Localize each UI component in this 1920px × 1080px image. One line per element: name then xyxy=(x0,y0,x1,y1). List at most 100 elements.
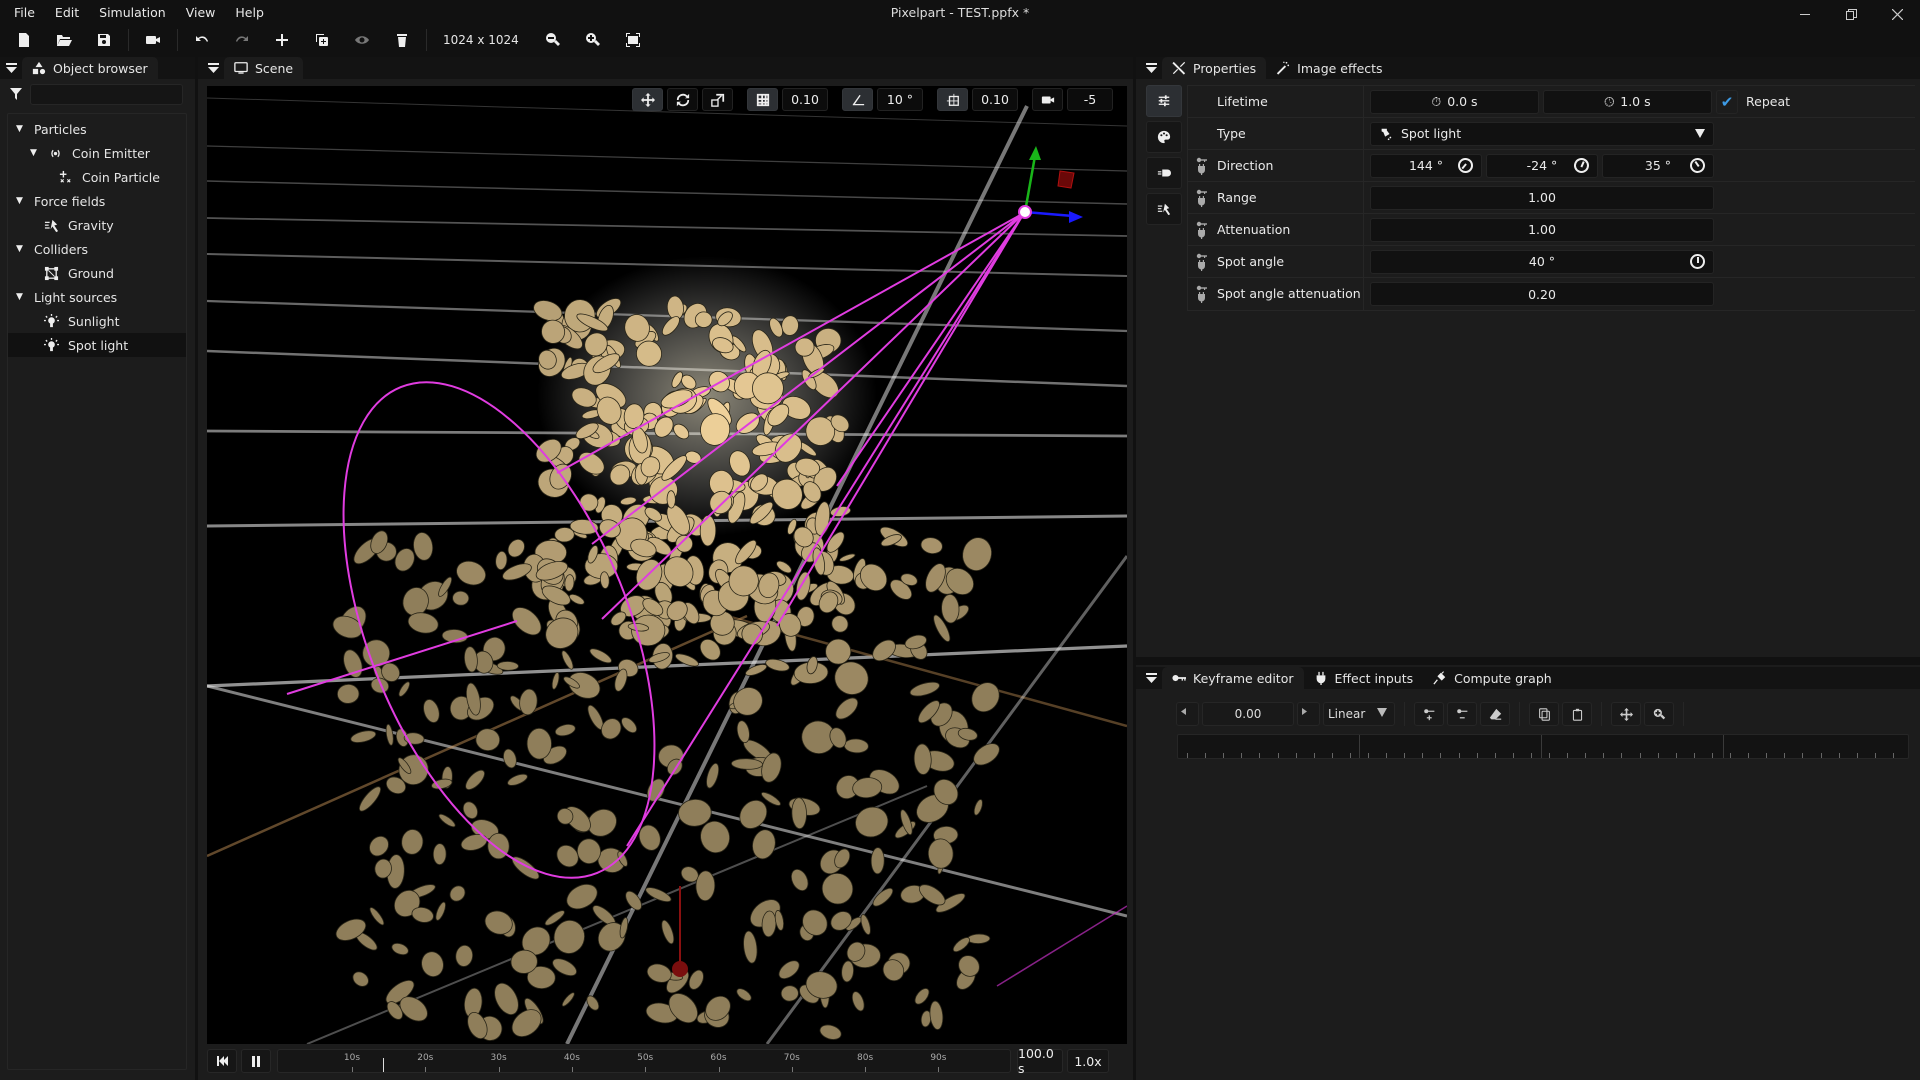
menu-help[interactable]: Help xyxy=(225,0,274,25)
tab-properties[interactable]: Properties xyxy=(1162,57,1267,79)
prev-keyframe-button[interactable] xyxy=(1176,702,1199,726)
tab-compute-graph[interactable]: Compute graph xyxy=(1423,667,1562,689)
direction-y-field[interactable]: -24 ° xyxy=(1486,153,1598,178)
delete-button[interactable] xyxy=(382,26,422,54)
expand-arrow-icon[interactable]: ▼ xyxy=(16,124,26,134)
playhead[interactable] xyxy=(382,1058,385,1072)
side-tab-material[interactable] xyxy=(1146,157,1182,189)
keyframe-timeline[interactable] xyxy=(1177,734,1909,759)
expand-arrow-icon[interactable]: ▼ xyxy=(30,148,40,158)
copy-button[interactable] xyxy=(1529,702,1559,726)
toggle-visibility-button[interactable] xyxy=(342,26,382,54)
side-tab-appearance[interactable] xyxy=(1146,121,1182,153)
open-file-button[interactable] xyxy=(44,26,84,54)
fit-view-button[interactable] xyxy=(613,26,653,54)
save-file-button[interactable] xyxy=(84,26,124,54)
interpolation-select[interactable]: Linear xyxy=(1323,702,1395,726)
tab-effect-inputs[interactable]: Effect inputs xyxy=(1304,667,1424,689)
side-tab-forces[interactable] xyxy=(1146,193,1182,225)
duration-field[interactable]: 100.0 s xyxy=(1017,1046,1063,1076)
add-keyframe-button[interactable] xyxy=(1414,702,1444,726)
angle-dial-icon[interactable] xyxy=(1690,254,1705,269)
paste-button[interactable] xyxy=(1562,702,1592,726)
tree-item-ground[interactable]: Ground xyxy=(8,261,186,285)
rewind-button[interactable] xyxy=(207,1049,237,1073)
angle-dial-icon[interactable] xyxy=(1454,154,1477,177)
position-snap-field[interactable]: 0.10 xyxy=(972,88,1018,111)
pause-button[interactable] xyxy=(241,1049,271,1073)
tab-keyframe-editor[interactable]: Keyframe editor xyxy=(1162,667,1304,689)
grid-size-field[interactable]: 0.10 xyxy=(782,88,828,111)
tree-item-spot-light[interactable]: Spot light xyxy=(8,333,186,357)
scale-tool-button[interactable] xyxy=(702,88,733,111)
clear-keyframes-button[interactable] xyxy=(1480,702,1510,726)
expand-arrow-icon[interactable]: ▼ xyxy=(16,196,26,206)
menu-simulation[interactable]: Simulation xyxy=(89,0,176,25)
zoom-in-button[interactable] xyxy=(573,26,613,54)
lifetime-start-field[interactable]: ⏱ 0.0 s xyxy=(1370,89,1539,114)
camera-value-field[interactable]: -5 xyxy=(1067,88,1113,111)
panel-menu-button[interactable] xyxy=(202,57,224,79)
tree-item-coin-emitter[interactable]: ▼ Coin Emitter xyxy=(8,141,186,165)
remove-keyframe-button[interactable] xyxy=(1447,702,1477,726)
keyframe-toggle[interactable] xyxy=(1188,285,1214,303)
speed-field[interactable]: 1.0x xyxy=(1067,1049,1109,1073)
expand-arrow-icon[interactable]: ▼ xyxy=(16,244,26,254)
keyframe-toggle[interactable] xyxy=(1188,157,1214,175)
tree-item-coin-particle[interactable]: Coin Particle xyxy=(8,165,186,189)
panel-menu-button[interactable] xyxy=(0,57,22,79)
add-button[interactable] xyxy=(262,26,302,54)
move-tool-button[interactable] xyxy=(632,88,663,111)
undo-button[interactable] xyxy=(182,26,222,54)
side-tab-properties[interactable] xyxy=(1146,85,1182,117)
panel-menu-button[interactable] xyxy=(1140,667,1162,689)
spot-angle-attenuation-field[interactable]: 0.20 xyxy=(1370,282,1714,306)
keyframe-toggle[interactable] xyxy=(1188,253,1214,271)
keyframe-toggle[interactable] xyxy=(1188,189,1214,207)
angle-snap-field[interactable]: 10 ° xyxy=(877,88,923,111)
position-snap-button[interactable] xyxy=(937,88,968,111)
panel-menu-button[interactable] xyxy=(1140,57,1162,79)
menu-view[interactable]: View xyxy=(176,0,226,25)
angle-dial-icon[interactable] xyxy=(1571,155,1592,176)
zoom-view-button[interactable] xyxy=(1644,702,1674,726)
tree-item-force-fields[interactable]: ▼ Force fields xyxy=(8,189,186,213)
menu-edit[interactable]: Edit xyxy=(45,0,89,25)
tree-item-sunlight[interactable]: Sunlight xyxy=(8,309,186,333)
zoom-out-button[interactable] xyxy=(533,26,573,54)
spot-angle-field[interactable]: 40 ° xyxy=(1370,249,1714,274)
repeat-checkbox[interactable]: ✔ xyxy=(1716,89,1738,114)
close-button[interactable] xyxy=(1874,0,1920,28)
redo-button[interactable] xyxy=(222,26,262,54)
direction-x-field[interactable]: 144 ° xyxy=(1370,153,1482,178)
tab-object-browser[interactable]: Object browser xyxy=(22,57,158,79)
lifetime-duration-field[interactable]: 🕓︎ 1.0 s xyxy=(1543,89,1712,114)
expand-arrow-icon[interactable]: ▼ xyxy=(16,292,26,302)
next-keyframe-button[interactable] xyxy=(1297,702,1320,726)
direction-z-field[interactable]: 35 ° xyxy=(1602,153,1714,178)
restore-button[interactable] xyxy=(1828,0,1874,28)
tree-item-colliders[interactable]: ▼ Colliders xyxy=(8,237,186,261)
filter-input[interactable] xyxy=(30,83,183,105)
scene-viewport[interactable]: 0.10 10 ° 0.10 -5 xyxy=(207,86,1127,1044)
duplicate-button[interactable] xyxy=(302,26,342,54)
minimize-button[interactable] xyxy=(1782,0,1828,28)
tree-item-particles[interactable]: ▼ Particles xyxy=(8,117,186,141)
angle-dial-icon[interactable] xyxy=(1687,155,1708,176)
tab-image-effects[interactable]: Image effects xyxy=(1266,57,1392,79)
menu-file[interactable]: File xyxy=(0,0,45,25)
range-field[interactable]: 1.00 xyxy=(1370,185,1714,210)
keyframe-toggle[interactable] xyxy=(1188,221,1214,239)
keyframe-value-field[interactable]: 0.00 xyxy=(1202,702,1294,726)
grid-toggle-button[interactable] xyxy=(747,88,778,111)
pan-view-button[interactable] xyxy=(1611,702,1641,726)
rotate-tool-button[interactable] xyxy=(667,88,698,111)
new-file-button[interactable] xyxy=(4,26,44,54)
type-select[interactable]: Spot light xyxy=(1370,121,1714,146)
tree-item-gravity[interactable]: Gravity xyxy=(8,213,186,237)
render-button[interactable] xyxy=(133,26,173,54)
tab-scene[interactable]: Scene xyxy=(224,57,304,79)
timeline-scrubber[interactable]: 10s 20s 30s 40s 50s 60s 70s 80s 90s xyxy=(277,1049,1011,1073)
tree-item-light-sources[interactable]: ▼ Light sources xyxy=(8,285,186,309)
attenuation-field[interactable]: 1.00 xyxy=(1370,217,1714,242)
